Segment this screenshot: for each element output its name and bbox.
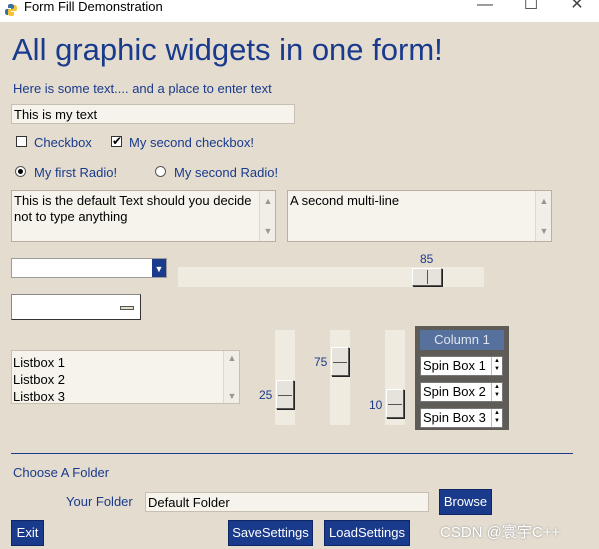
- window-titlebar: Form Fill Demonstration — ☐ ✕: [0, 0, 599, 22]
- listbox-scrollbar[interactable]: ▲ ▼: [223, 351, 239, 403]
- maximize-button[interactable]: ☐: [508, 0, 554, 16]
- scroll-up-icon[interactable]: ▲: [224, 353, 240, 363]
- vertical-slider-1-thumb[interactable]: [276, 380, 294, 409]
- option-menu[interactable]: [11, 294, 141, 320]
- vertical-slider-2-thumb[interactable]: [331, 347, 349, 376]
- folder-section-label: Choose A Folder: [13, 465, 110, 480]
- radio-2[interactable]: [155, 166, 166, 177]
- vertical-slider-3[interactable]: [385, 330, 405, 425]
- spin-box-1[interactable]: Spin Box 1 ▲ ▼: [420, 356, 503, 376]
- load-settings-button[interactable]: LoadSettings: [324, 520, 410, 546]
- horizontal-slider-value: 85: [420, 252, 434, 266]
- spin-box-3-value: Spin Box 3: [423, 410, 486, 425]
- checkbox-1-label: Checkbox: [34, 135, 92, 150]
- multiline-2-scrollbar[interactable]: ▲ ▼: [535, 191, 551, 241]
- browse-button[interactable]: Browse: [439, 489, 492, 515]
- folder-input[interactable]: [145, 492, 429, 512]
- vertical-slider-3-thumb[interactable]: [386, 389, 404, 418]
- listbox-item[interactable]: Listbox 2: [13, 371, 65, 388]
- scroll-down-icon[interactable]: ▼: [260, 223, 276, 239]
- vertical-slider-3-value: 10: [369, 398, 383, 412]
- multiline-text-2-content: A second multi-line: [290, 193, 400, 208]
- page-title: All graphic widgets in one form!: [12, 32, 443, 67]
- radio-selected-dot: [18, 169, 23, 174]
- text-input[interactable]: [11, 104, 295, 124]
- save-settings-button[interactable]: SaveSettings: [228, 520, 313, 546]
- close-button[interactable]: ✕: [554, 0, 599, 16]
- intro-text: Here is some text.... and a place to ent…: [13, 81, 272, 96]
- horizontal-slider[interactable]: [178, 267, 484, 287]
- multiline-1-scrollbar[interactable]: ▲ ▼: [259, 191, 275, 241]
- listbox-item[interactable]: Listbox 3: [13, 388, 65, 405]
- spin-box-3[interactable]: Spin Box 3 ▲ ▼: [420, 408, 503, 428]
- spin-box-2[interactable]: Spin Box 2 ▲ ▼: [420, 382, 503, 402]
- vertical-slider-2-value: 75: [314, 355, 328, 369]
- column-frame: Column 1 Spin Box 1 ▲ ▼ Spin Box 2 ▲ ▼ Spi…: [415, 326, 509, 430]
- checkmark-icon: ✔: [112, 134, 123, 148]
- minimize-button[interactable]: —: [462, 0, 508, 16]
- scroll-up-icon[interactable]: ▲: [260, 193, 276, 209]
- separator-line: [11, 453, 573, 454]
- python-app-icon: [5, 4, 17, 16]
- window-title: Form Fill Demonstration: [24, 0, 163, 14]
- horizontal-slider-thumb[interactable]: [412, 268, 442, 286]
- spin-box-2-value: Spin Box 2: [423, 384, 486, 399]
- scroll-down-icon[interactable]: ▼: [224, 391, 240, 401]
- checkbox-2[interactable]: ✔: [111, 134, 123, 148]
- spin-arrows-icon[interactable]: ▲ ▼: [491, 383, 502, 401]
- checkbox-2-label: My second checkbox!: [129, 135, 255, 150]
- spin-box-1-value: Spin Box 1: [423, 358, 486, 373]
- vertical-slider-1[interactable]: [275, 330, 295, 425]
- vertical-slider-2[interactable]: [330, 330, 350, 425]
- multiline-text-2[interactable]: A second multi-line ▲ ▼: [287, 190, 552, 242]
- listbox-item[interactable]: Listbox 1: [13, 354, 65, 371]
- spin-arrows-icon[interactable]: ▲ ▼: [491, 409, 502, 427]
- spin-arrows-icon[interactable]: ▲ ▼: [491, 357, 502, 375]
- vertical-slider-1-value: 25: [259, 388, 273, 402]
- option-menu-indicator-icon: [120, 306, 134, 310]
- multiline-text-1-content: This is the default Text should you deci…: [14, 193, 252, 224]
- combo-box[interactable]: ▼: [11, 258, 167, 278]
- column-title: Column 1: [420, 330, 504, 350]
- listbox[interactable]: Listbox 1 Listbox 2 Listbox 3 ▲ ▼: [11, 350, 240, 404]
- scroll-down-icon[interactable]: ▼: [536, 223, 552, 239]
- exit-button[interactable]: Exit: [11, 520, 44, 546]
- dropdown-arrow-icon[interactable]: ▼: [152, 259, 166, 277]
- multiline-text-1[interactable]: This is the default Text should you deci…: [11, 190, 276, 242]
- radio-1[interactable]: [15, 166, 26, 177]
- watermark-text: CSDN @寰宇C++: [440, 524, 561, 541]
- checkbox-1[interactable]: [16, 136, 27, 147]
- radio-1-label: My first Radio!: [34, 165, 118, 180]
- scroll-up-icon[interactable]: ▲: [536, 193, 552, 209]
- folder-field-label: Your Folder: [66, 494, 133, 509]
- radio-2-label: My second Radio!: [174, 165, 279, 180]
